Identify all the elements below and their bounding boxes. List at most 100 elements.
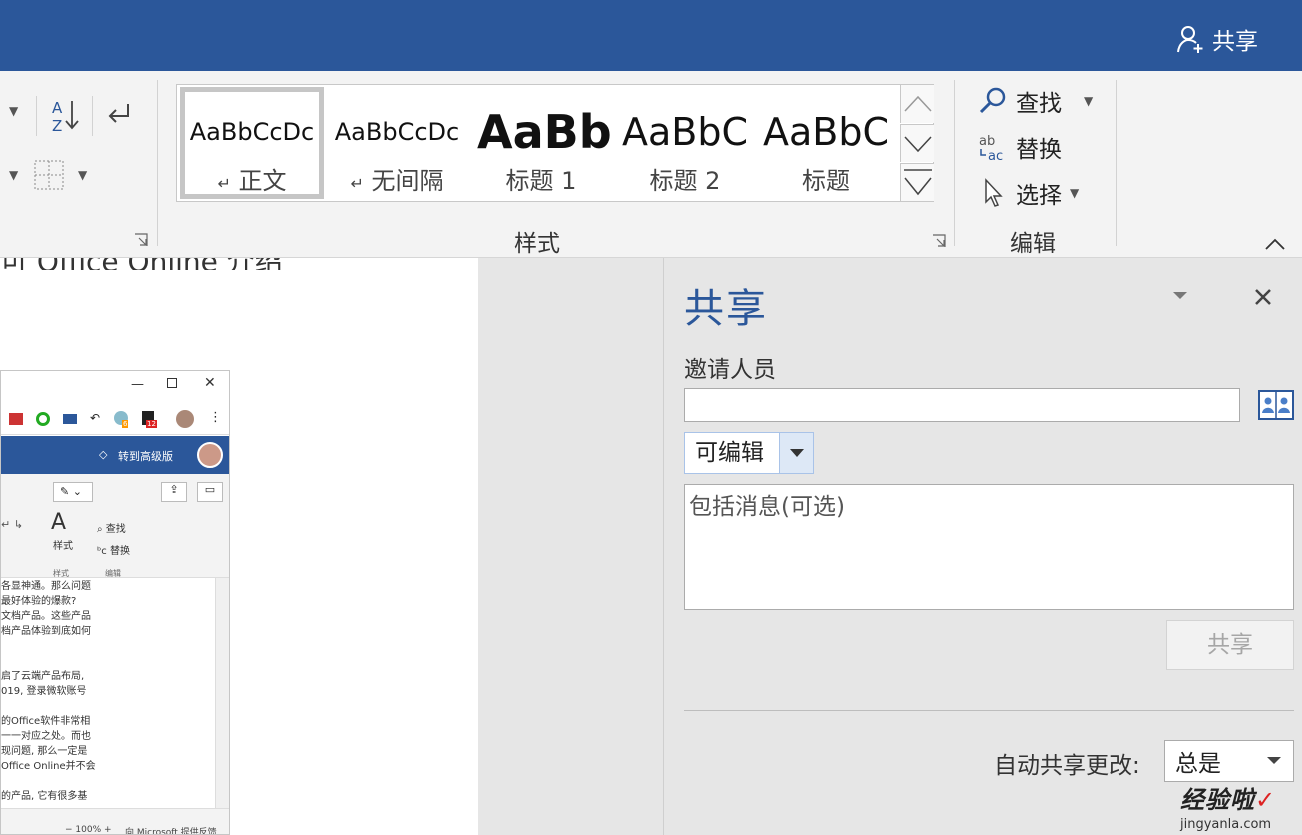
styles-dialog-launcher-icon[interactable]: [932, 233, 946, 247]
auto-share-dropdown[interactable]: 总是: [1164, 740, 1294, 782]
style-name: ↵ 无间隔: [350, 167, 444, 195]
sort-button[interactable]: AZ: [50, 97, 80, 135]
badge-small: 6: [122, 420, 129, 428]
add-person-icon: [1177, 26, 1203, 53]
message-input[interactable]: 包括消息(可选): [684, 484, 1294, 610]
workspace-background: [478, 258, 664, 835]
pane-options-button[interactable]: [1170, 288, 1190, 304]
diamond-icon: ◇: [99, 448, 108, 461]
find-label: 查找: [1016, 91, 1062, 117]
chevron-down-icon[interactable]: ▼: [9, 104, 18, 118]
mini-find: ⌕ 查找: [97, 524, 126, 535]
badge-count: 12: [146, 420, 157, 428]
style-heading-1[interactable]: AaBb 标题 1: [469, 87, 613, 199]
close-icon: [1255, 289, 1271, 305]
style-heading-2[interactable]: AaBbC 标题 2: [613, 87, 757, 199]
close-icon: ✕: [204, 375, 216, 391]
mini-ribbon: ✎ ⌄ ⇪ ▭ ↵ ↳ A 样式 ⌕ 查找 ᵇc 替换 样式 编辑: [1, 474, 229, 578]
svg-text:ac: ac: [988, 149, 1003, 162]
replace-button[interactable]: ab ac 替换: [978, 130, 1062, 164]
style-no-spacing[interactable]: AaBbCcDc ↵ 无间隔: [325, 87, 469, 199]
cursor-icon: [985, 178, 1003, 207]
gallery-scroll-down[interactable]: [900, 124, 934, 162]
editing-group-label: 编辑: [1010, 231, 1056, 257]
share-top-button[interactable]: 共享: [1176, 24, 1258, 55]
circle-icon: [36, 412, 50, 426]
mini-text-line: Office Online并不会: [1, 761, 96, 772]
chevron-down-icon: [1173, 292, 1187, 299]
mini-document: 各显神通。那么问题 最好体验的爆款? 文档产品。这些产品 档产品体验到底如何 启了云端…: [1, 578, 205, 808]
collapse-ribbon-button[interactable]: [1264, 236, 1286, 250]
address-book-button[interactable]: [1258, 389, 1294, 421]
select-button[interactable]: 选择 ▼: [980, 176, 1079, 210]
share-top-label: 共享: [1212, 29, 1258, 55]
style-name: 标题 2: [649, 167, 721, 195]
invite-input[interactable]: [684, 388, 1240, 422]
mini-text-line: 现问题, 那么一定是: [1, 746, 88, 757]
chevron-down-icon[interactable]: ▼: [9, 168, 18, 182]
chevron-up-icon: [1265, 238, 1285, 250]
gallery-more[interactable]: [900, 163, 934, 201]
avatar: [176, 410, 194, 428]
style-name: ↵ 正文: [217, 167, 287, 195]
avatar: [197, 442, 223, 468]
chevron-down-icon: [904, 136, 932, 153]
group-divider: [157, 80, 158, 246]
invite-label: 邀请人员: [684, 357, 776, 383]
more-icon: ⋮: [209, 410, 222, 425]
chevron-down-icon[interactable]: ▼: [1070, 186, 1079, 200]
upgrade-label: 转到高级版: [118, 450, 173, 463]
borders-button[interactable]: [34, 160, 64, 190]
mini-text-line: [1, 654, 205, 669]
mini-text-line: 文档产品。这些产品: [1, 611, 91, 622]
flag-icon: [9, 413, 23, 425]
share-icon: ⇪: [161, 482, 187, 502]
svg-text:A: A: [52, 99, 63, 117]
style-title[interactable]: AaBbC 标题: [757, 87, 895, 199]
auto-share-value: 总是: [1175, 751, 1221, 777]
mini-app-header: ◇ 转到高级版: [1, 436, 229, 474]
chevron-down-icon[interactable]: ▼: [78, 168, 87, 182]
style-normal[interactable]: AaBbCcDc ↵ 正文: [180, 87, 324, 199]
undo-icon: ↶: [90, 411, 101, 425]
share-button[interactable]: 共享: [1166, 620, 1294, 670]
mini-text-line: [1, 699, 205, 714]
mini-text-line: 最好体验的爆款?: [1, 596, 77, 607]
gallery-scroll-up[interactable]: [900, 85, 934, 123]
dialog-launcher-icon[interactable]: [134, 232, 148, 246]
watermark-url: jingyanla.com: [1180, 817, 1272, 832]
find-button[interactable]: 查找 ▼: [978, 84, 1093, 118]
mini-zoom: − 100% +: [65, 825, 112, 835]
borders-icon: [34, 160, 64, 190]
mini-text-line: 的Office软件非常相: [1, 716, 91, 727]
pane-title: 共享: [684, 286, 768, 332]
share-pane: 共享 邀请人员 可编辑 包括消息(可选) 共享 自动共享更改: 总是: [663, 258, 1302, 835]
mini-replace: ᵇc 替换: [97, 546, 130, 557]
comment-icon: ▭: [197, 482, 223, 502]
checkmark-icon: ✓: [1255, 786, 1277, 814]
mini-text-line: [1, 639, 205, 654]
style-name: 标题: [802, 167, 850, 195]
chevron-down-icon[interactable]: ▼: [1084, 94, 1093, 108]
pane-close-button[interactable]: [1252, 286, 1274, 308]
style-sample: AaBbCcDc: [334, 118, 460, 146]
watermark-text: 经验啦✓: [1180, 786, 1277, 814]
chevron-down-icon: [1267, 757, 1281, 764]
show-marks-button[interactable]: [102, 100, 134, 132]
permission-value: 可编辑: [695, 440, 764, 466]
mini-browser-toolbar: ↶ 6 12 ⋮: [1, 405, 229, 435]
style-name: 标题 1: [505, 167, 577, 195]
replace-label: 替换: [1016, 137, 1062, 163]
gallery-expand-icon: [904, 169, 932, 196]
permission-dropdown[interactable]: 可编辑: [684, 432, 814, 474]
minimize-icon: —: [131, 377, 144, 392]
chevron-up-icon: [904, 95, 932, 112]
group-divider: [1116, 80, 1117, 246]
styles-gallery: AaBbCcDc ↵ 正文 AaBbCcDc ↵ 无间隔 AaBb 标题 1 A…: [176, 84, 934, 202]
mini-scrollbar: [215, 578, 229, 808]
dropdown-arrow[interactable]: [779, 433, 813, 473]
search-icon: [979, 87, 1006, 114]
mini-text-line: 的产品, 它有很多基: [1, 791, 88, 802]
svg-text:ab: ab: [979, 134, 995, 149]
title-bar: [0, 0, 1302, 71]
